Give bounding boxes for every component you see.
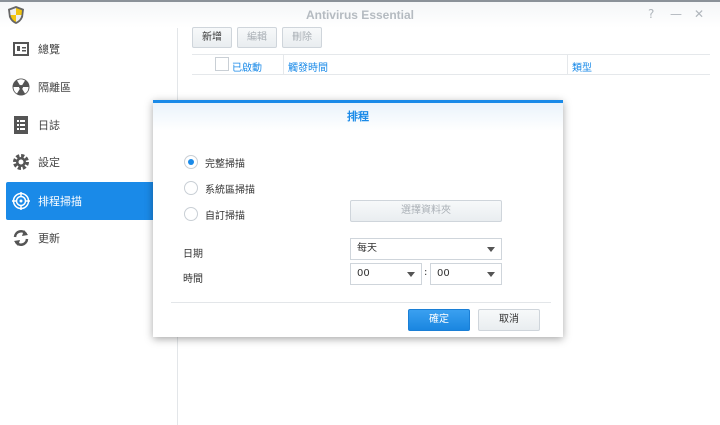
- delete-button[interactable]: 刪除: [282, 27, 322, 48]
- minimize-button[interactable]: —: [670, 7, 682, 21]
- column-enabled[interactable]: 已啟動: [232, 59, 262, 74]
- window-title: Antivirus Essential: [305, 8, 415, 22]
- sidebar-item-label: 隔離區: [38, 81, 71, 94]
- close-button[interactable]: ✕: [694, 7, 704, 21]
- date-label: 日期: [183, 249, 203, 260]
- dialog-title: 排程: [153, 103, 563, 131]
- ok-button[interactable]: 確定: [408, 309, 470, 331]
- add-button[interactable]: 新增: [192, 27, 232, 48]
- column-type[interactable]: 類型: [572, 59, 592, 74]
- minute-value: 00: [437, 268, 450, 279]
- system-scan-label[interactable]: 系統區掃描: [205, 181, 255, 196]
- gear-icon: [12, 153, 30, 171]
- cancel-button[interactable]: 取消: [478, 309, 540, 331]
- time-separator: :: [424, 267, 428, 278]
- custom-scan-label[interactable]: 自訂掃描: [205, 207, 245, 222]
- divider: [171, 302, 551, 303]
- time-label: 時間: [183, 274, 203, 285]
- edit-button[interactable]: 編輯: [237, 27, 277, 48]
- sidebar-item-label: 更新: [38, 232, 60, 245]
- choose-folder-button[interactable]: 選擇資料夾: [350, 200, 502, 222]
- title-bar: Antivirus Essential ? — ✕: [0, 0, 720, 28]
- sidebar-item-label: 設定: [38, 156, 60, 169]
- minute-select[interactable]: 00: [430, 263, 502, 285]
- chevron-down-icon: [487, 247, 495, 252]
- full-scan-label[interactable]: 完整掃描: [205, 155, 245, 170]
- sidebar-item-overview[interactable]: 總覽: [6, 30, 178, 68]
- column-trigger-time[interactable]: 觸發時間: [288, 59, 328, 74]
- date-value: 每天: [357, 243, 377, 254]
- help-button[interactable]: ?: [648, 7, 654, 21]
- chevron-down-icon: [487, 272, 495, 277]
- sidebar-item-label: 總覽: [38, 43, 60, 56]
- hour-value: 00: [357, 268, 370, 279]
- overview-card-icon: [12, 40, 30, 58]
- schedule-dialog: 排程 完整掃描 系統區掃描 自訂掃描 選擇資料夾 日期 每天 時間 00 : 0…: [153, 100, 563, 337]
- system-scan-radio[interactable]: [184, 181, 198, 195]
- sidebar: 總覽 隔離區 日誌 設定 排程掃描 更新: [0, 28, 178, 425]
- sidebar-item-label: 排程掃描: [38, 195, 82, 208]
- select-all-checkbox[interactable]: [215, 57, 229, 71]
- table-header: 已啟動 觸發時間 類型: [192, 54, 710, 75]
- date-select[interactable]: 每天: [350, 238, 502, 260]
- hour-select[interactable]: 00: [350, 263, 422, 285]
- target-icon: [12, 192, 30, 210]
- column-divider: [283, 55, 284, 74]
- column-divider: [567, 55, 568, 74]
- sidebar-item-label: 日誌: [38, 119, 60, 132]
- log-document-icon: [12, 116, 30, 134]
- quarantine-radiation-icon: [12, 78, 30, 96]
- refresh-icon: [12, 229, 30, 247]
- chevron-down-icon: [407, 272, 415, 277]
- custom-scan-radio[interactable]: [184, 207, 198, 221]
- full-scan-radio[interactable]: [184, 155, 198, 169]
